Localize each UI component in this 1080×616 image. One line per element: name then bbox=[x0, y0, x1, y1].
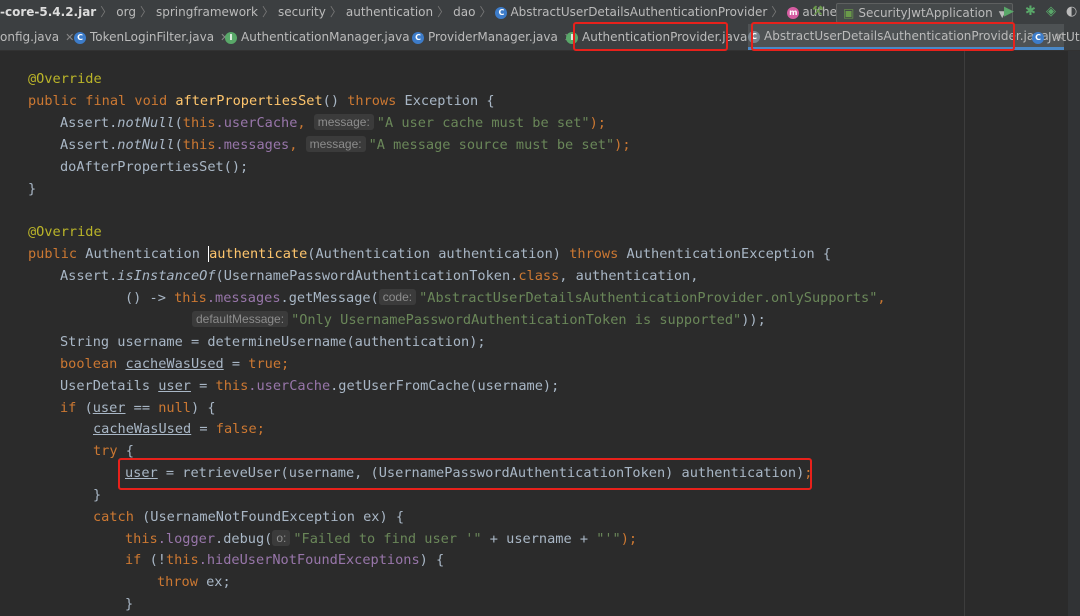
run-config-label: SecurityJwtApplication bbox=[858, 6, 993, 20]
code-line: defaultMessage: "Only UsernamePasswordAut… bbox=[192, 309, 766, 331]
interface-icon: I bbox=[225, 31, 237, 44]
tab-label: ProviderManager.java bbox=[428, 30, 558, 44]
tab-provider-manager[interactable]: CProviderManager.java✕ bbox=[412, 24, 573, 50]
breadcrumb-dao[interactable]: dao bbox=[453, 0, 475, 24]
breadcrumb-separator: 〉 bbox=[479, 5, 492, 19]
breadcrumb-class-label: AbstractUserDetailsAuthenticationProvide… bbox=[510, 5, 768, 19]
parameter-hint: defaultMessage: bbox=[192, 311, 289, 327]
tab-label: onfig.java bbox=[0, 30, 60, 44]
class-icon: C bbox=[1032, 31, 1044, 44]
tab-label: JwtUti bbox=[1048, 30, 1080, 44]
code-line: catch (UsernameNotFoundException ex) { bbox=[93, 509, 405, 525]
code-line: UserDetails user = this.userCache.getUse… bbox=[60, 378, 560, 394]
code-line: Assert.notNull(this.userCache, message: "… bbox=[60, 114, 606, 131]
tab-label: AuthenticationManager.java bbox=[241, 30, 410, 44]
code-line: String username = determineUsername(auth… bbox=[60, 334, 486, 350]
highlight-box-abstract-provider-tab bbox=[751, 22, 1015, 51]
breadcrumb-separator: 〉 bbox=[261, 5, 274, 19]
breadcrumb-springframework[interactable]: springframework bbox=[156, 0, 258, 24]
code-line: @Override bbox=[28, 71, 102, 87]
code-line: Assert.notNull(this.messages, message: "A… bbox=[60, 136, 631, 153]
breadcrumb-org[interactable]: org bbox=[116, 0, 136, 24]
breadcrumb-separator: 〉 bbox=[771, 5, 784, 19]
run-icon[interactable]: ▶ bbox=[1004, 4, 1014, 20]
code-line: cacheWasUsed = false; bbox=[93, 421, 265, 437]
method-icon: m bbox=[787, 6, 800, 19]
code-line: doAfterPropertiesSet(); bbox=[60, 159, 249, 175]
code-line: this.logger.debug(o: "Failed to find user… bbox=[125, 530, 638, 547]
highlight-box-authentication-provider-tab bbox=[573, 22, 728, 51]
class-icon: C bbox=[495, 6, 508, 19]
breadcrumb-authentication[interactable]: authentication bbox=[346, 0, 433, 24]
code-line: } bbox=[93, 487, 102, 503]
parameter-hint: code: bbox=[378, 289, 417, 305]
highlight-box-retrieve-user bbox=[118, 458, 812, 490]
code-line: if (!this.hideUserNotFoundExceptions) { bbox=[125, 552, 445, 568]
code-line: Assert.isInstanceOf(UsernamePasswordAuth… bbox=[60, 268, 699, 284]
breadcrumb-class[interactable]: C AbstractUserDetailsAuthenticationProvid… bbox=[495, 0, 767, 24]
tab-authentication-manager[interactable]: IAuthenticationManager.java✕ bbox=[225, 24, 425, 50]
code-line: throw ex; bbox=[157, 574, 231, 590]
code-line: if (user == null) { bbox=[60, 400, 216, 416]
right-margin-guide bbox=[964, 51, 965, 616]
code-line: @Override bbox=[28, 224, 102, 240]
tab-jwt-util[interactable]: C JwtUti bbox=[1032, 24, 1080, 50]
class-icon: C bbox=[74, 31, 86, 44]
code-line: public Authentication authenticate(Authe… bbox=[28, 246, 832, 262]
editor-scrollbar[interactable] bbox=[1068, 51, 1080, 616]
parameter-hint: message: bbox=[305, 136, 366, 152]
run-config-selector[interactable]: ▣ SecurityJwtApplication ▼ bbox=[836, 3, 1013, 23]
tab-token-login-filter[interactable]: CTokenLoginFilter.java✕ bbox=[74, 24, 229, 50]
code-line: public final void afterPropertiesSet() t… bbox=[28, 93, 495, 109]
run-config-icon: ▣ bbox=[843, 6, 855, 20]
build-hammer-icon[interactable]: ⚒ bbox=[812, 4, 824, 20]
text-caret: authenticate bbox=[208, 246, 308, 262]
tab-label: TokenLoginFilter.java bbox=[90, 30, 215, 44]
breadcrumb-separator: 〉 bbox=[437, 5, 450, 19]
debug-icon[interactable]: ✱ bbox=[1025, 4, 1036, 20]
code-line: } bbox=[28, 181, 37, 197]
code-line: } bbox=[125, 596, 134, 612]
class-icon: C bbox=[412, 31, 424, 44]
breadcrumb-separator: 〉 bbox=[329, 5, 342, 19]
code-editor[interactable]: @Override public final void afterPropert… bbox=[0, 51, 1080, 616]
profile-icon[interactable]: ◐ bbox=[1066, 4, 1077, 20]
breadcrumb-security[interactable]: security bbox=[278, 0, 326, 24]
code-line: () -> this.messages.getMessage(code: "Abs… bbox=[125, 289, 886, 306]
parameter-hint: message: bbox=[313, 114, 374, 130]
breadcrumb-jar[interactable]: -core-5.4.2.jar bbox=[0, 0, 96, 24]
code-line: boolean cacheWasUsed = true; bbox=[60, 356, 290, 372]
breadcrumb-separator: 〉 bbox=[139, 5, 152, 19]
close-icon[interactable]: ✕ bbox=[65, 31, 74, 44]
parameter-hint: o: bbox=[272, 530, 291, 546]
breadcrumb-separator: 〉 bbox=[100, 5, 113, 19]
coverage-icon[interactable]: ◈ bbox=[1046, 4, 1056, 20]
tab-config[interactable]: onfig.java ✕ bbox=[0, 24, 74, 50]
